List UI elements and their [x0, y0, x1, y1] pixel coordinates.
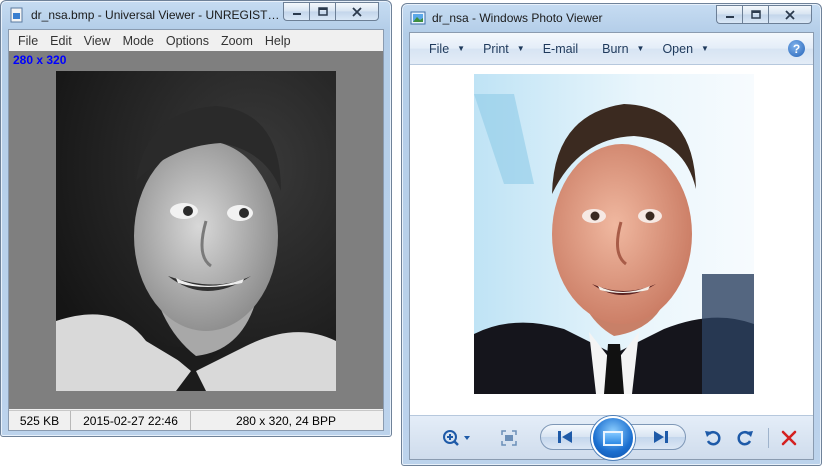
- open-menu-button[interactable]: Open ▼: [653, 42, 718, 56]
- minimize-button[interactable]: [716, 5, 742, 24]
- minimize-icon: [725, 15, 734, 18]
- actual-size-button[interactable]: [499, 428, 519, 448]
- menu-mode[interactable]: Mode: [118, 34, 161, 48]
- toolbar-separator: [768, 428, 769, 448]
- zoom-icon: [443, 430, 470, 446]
- previous-icon: [558, 431, 572, 443]
- menu-view[interactable]: View: [79, 34, 118, 48]
- color-portrait-photo: [474, 74, 754, 394]
- menu-file[interactable]: File: [13, 34, 45, 48]
- menu-bar: File Edit View Mode Options Zoom Help: [9, 30, 383, 51]
- maximize-button[interactable]: [742, 5, 768, 24]
- navigation-bar: [410, 415, 813, 460]
- maximize-icon: [750, 10, 761, 19]
- file-label: File: [429, 41, 450, 56]
- delete-icon: [781, 430, 797, 446]
- universal-viewer-icon: [10, 7, 23, 23]
- image-canvas[interactable]: [410, 65, 813, 405]
- photo-viewer-window: dr_nsa - Windows Photo Viewer File ▼ Pri…: [401, 3, 822, 466]
- status-image-info: 280 x 320, 24 BPP: [235, 413, 337, 428]
- actual-size-icon: [501, 430, 517, 446]
- rotate-clockwise-button[interactable]: [734, 427, 756, 449]
- rotate-clockwise-icon: [737, 430, 753, 446]
- close-icon: [352, 6, 362, 17]
- menu-options[interactable]: Options: [161, 34, 216, 48]
- caption-buttons: [716, 5, 812, 24]
- menu-edit[interactable]: Edit: [45, 34, 79, 48]
- dimensions-overlay: 280 x 320: [13, 53, 67, 67]
- dropdown-arrow-icon: ▼: [701, 44, 709, 53]
- email-label: E-mail: [542, 41, 579, 56]
- menu-zoom[interactable]: Zoom: [216, 34, 260, 48]
- next-button[interactable]: [651, 428, 671, 446]
- photo-viewer-icon: [410, 11, 426, 25]
- minimize-button[interactable]: [283, 2, 309, 21]
- window-title: dr_nsa - Windows Photo Viewer: [432, 11, 603, 25]
- close-icon: [785, 9, 795, 20]
- rotate-counterclockwise-button[interactable]: [702, 427, 724, 449]
- burn-menu-button[interactable]: Burn ▼: [593, 42, 653, 56]
- universal-viewer-window: dr_nsa.bmp - Universal Viewer - UNREGIST…: [0, 0, 392, 437]
- maximize-icon: [317, 7, 328, 16]
- print-menu-button[interactable]: Print ▼: [474, 42, 534, 56]
- zoom-button[interactable]: [440, 428, 474, 448]
- delete-button[interactable]: [779, 428, 799, 448]
- print-label: Print: [483, 41, 509, 56]
- status-file-date: 2015-02-27 22:46: [71, 411, 191, 430]
- menu-help[interactable]: Help: [260, 34, 298, 48]
- maximize-button[interactable]: [309, 2, 335, 21]
- help-button[interactable]: ?: [788, 40, 805, 57]
- next-icon: [654, 431, 668, 443]
- window-title: dr_nsa.bmp - Universal Viewer - UNREGIST…: [31, 8, 286, 22]
- dropdown-arrow-icon: ▼: [457, 44, 466, 53]
- burn-label: Burn: [602, 41, 629, 56]
- dropdown-arrow-icon: ▼: [516, 44, 525, 53]
- dropdown-arrow-icon: ▼: [636, 44, 645, 53]
- close-button[interactable]: [768, 5, 812, 24]
- open-label: Open: [662, 41, 694, 56]
- client-area: File Edit View Mode Options Zoom Help 28…: [8, 29, 384, 431]
- command-bar: File ▼ Print ▼ E-mail Burn ▼ Open ▼ ?: [410, 33, 813, 65]
- email-button[interactable]: E-mail: [534, 42, 587, 56]
- file-menu-button[interactable]: File ▼: [420, 42, 474, 56]
- status-file-size: 525 KB: [9, 411, 71, 430]
- help-icon: ?: [792, 41, 801, 56]
- grayscale-portrait-photo: [56, 71, 336, 391]
- close-button[interactable]: [335, 2, 379, 21]
- image-viewport[interactable]: 280 x 320: [9, 51, 383, 409]
- minimize-icon: [292, 12, 301, 15]
- status-bar: 525 KB 2015-02-27 22:46 280 x 320, 24 BP…: [9, 410, 383, 430]
- slideshow-button[interactable]: [591, 416, 635, 460]
- rotate-counterclockwise-icon: [705, 430, 721, 446]
- caption-buttons: [283, 2, 379, 21]
- previous-button[interactable]: [555, 428, 575, 446]
- slideshow-icon: [603, 430, 623, 446]
- client-area: File ▼ Print ▼ E-mail Burn ▼ Open ▼ ?: [409, 32, 814, 460]
